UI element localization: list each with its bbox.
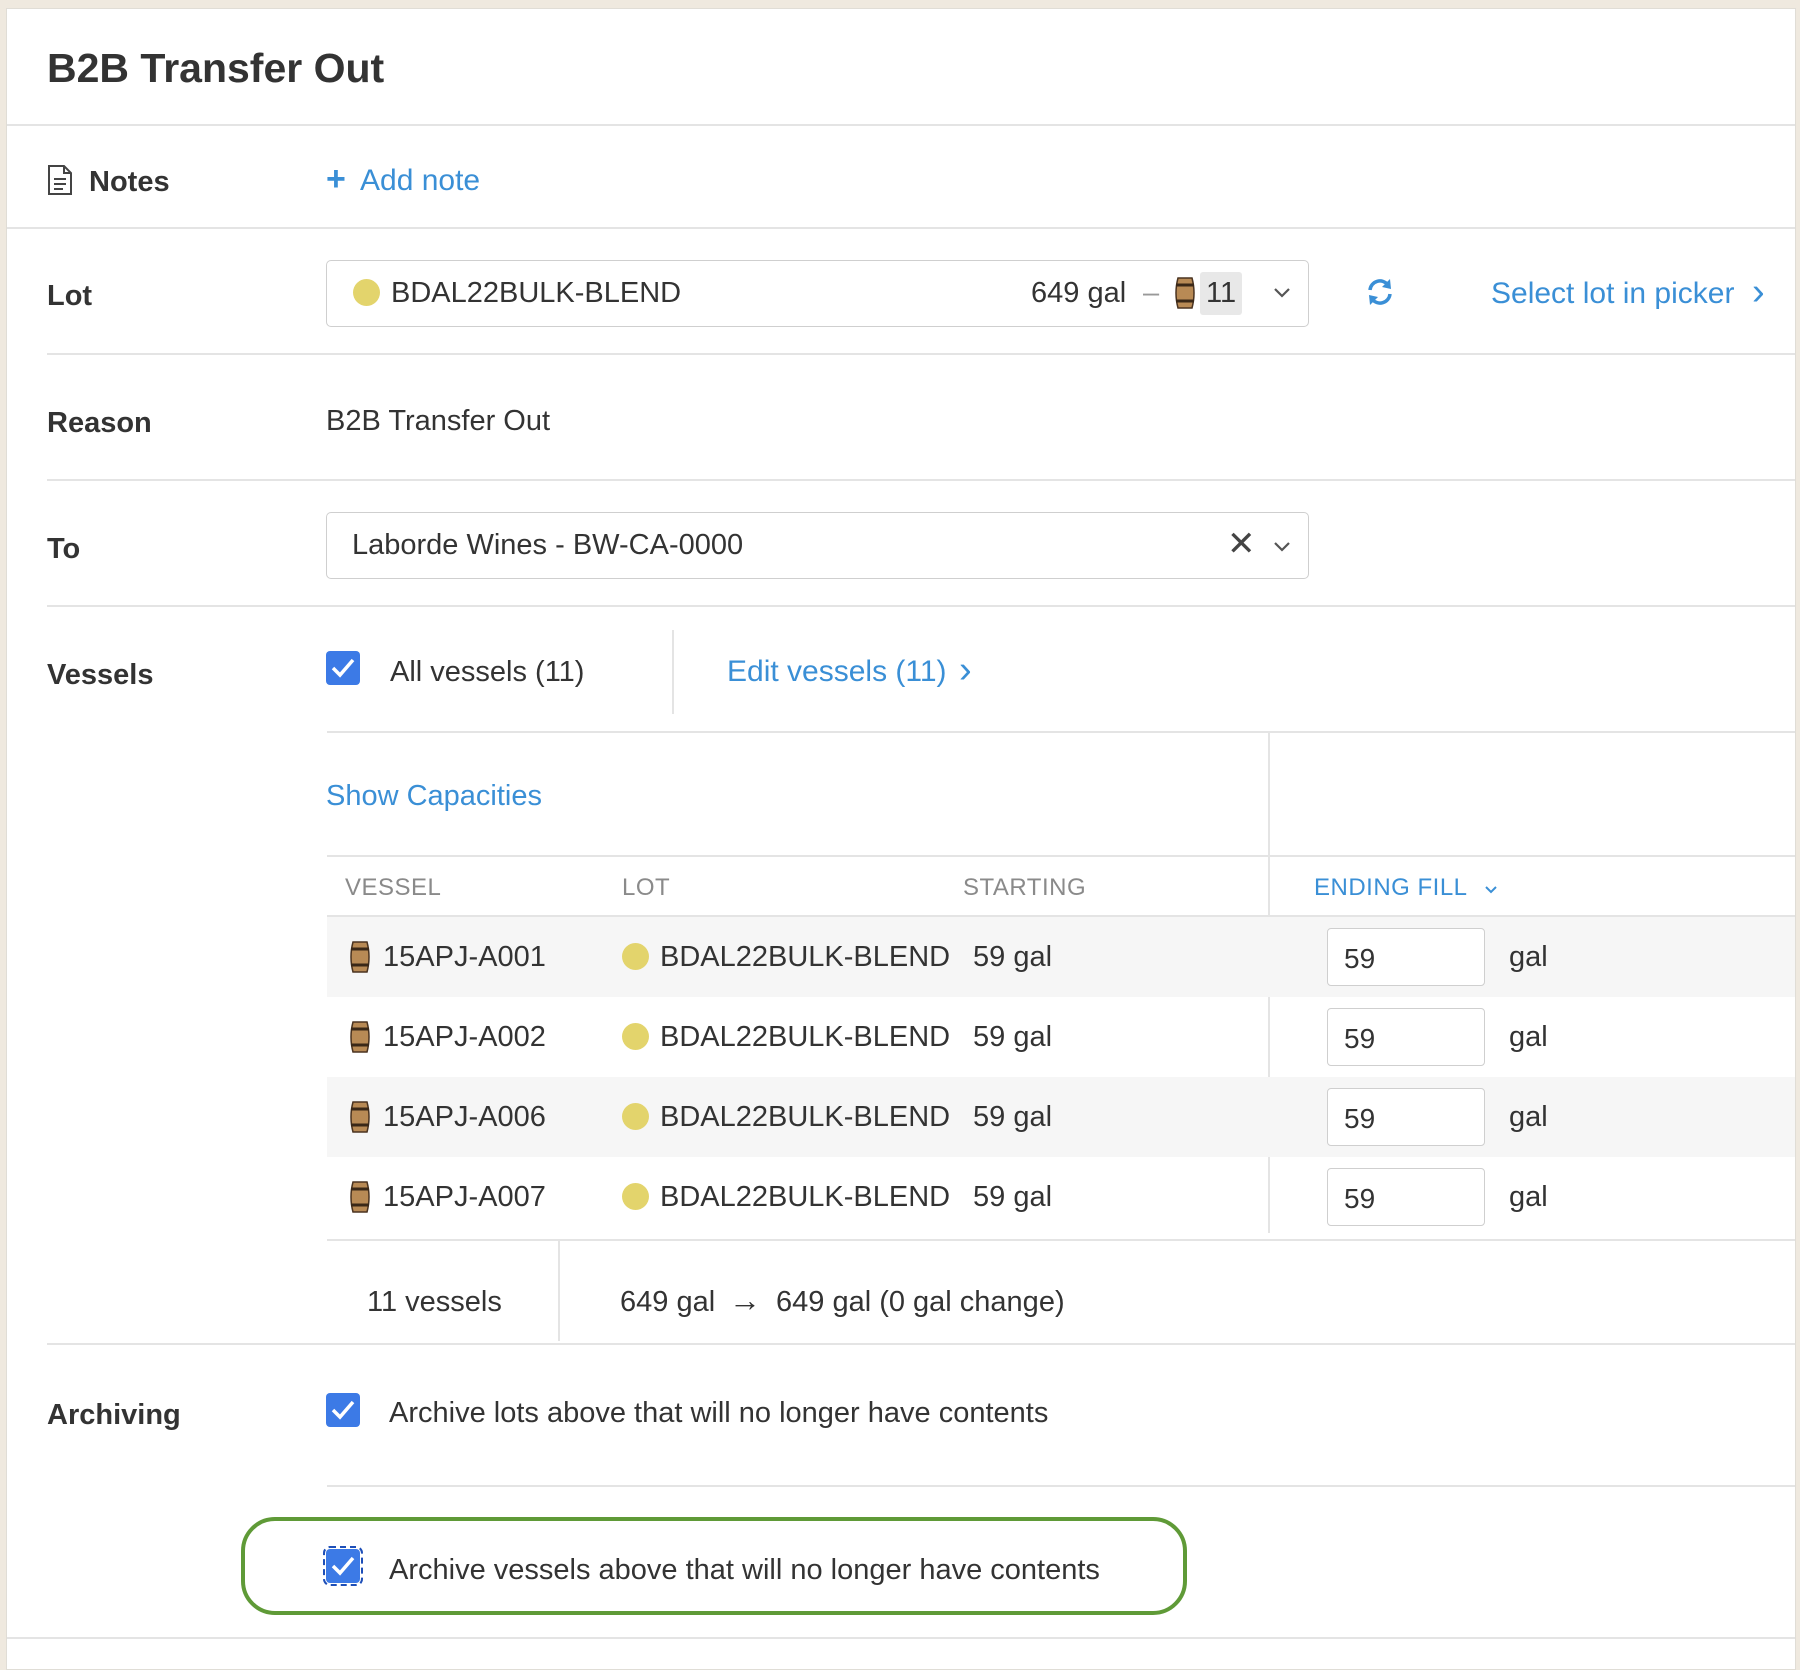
divider [7,227,1795,229]
barrel-icon [1175,277,1195,309]
vessel-name: 15APJ-A007 [383,1181,546,1213]
vessel-name: 15APJ-A002 [383,1021,546,1053]
unit-label: gal [1509,941,1548,973]
archive-lots-checkbox[interactable] [326,1393,360,1427]
vessels-label: Vessels [47,659,154,691]
vertical-divider [672,630,674,714]
b2b-transfer-panel: B2B Transfer Out Notes + Add note Lot BD… [6,8,1796,1670]
divider [327,1239,1795,1241]
ending-fill-input[interactable]: 59 [1327,1088,1485,1146]
lot-color-dot [353,279,380,306]
vessel-name: 15APJ-A001 [383,941,546,973]
column-header-vessel: VESSEL [345,874,442,901]
divider [47,605,1795,607]
ending-fill-input[interactable]: 59 [1327,928,1485,986]
document-icon [48,165,72,195]
row-lot: BDAL22BULK-BLEND [660,1101,951,1133]
barrel-icon [350,1101,370,1133]
all-vessels-label: All vessels (11) [390,656,585,688]
archiving-label: Archiving [47,1399,181,1431]
lot-separator: – [1143,277,1160,309]
row-lot: BDAL22BULK-BLEND [660,941,951,973]
check-icon [331,658,355,678]
divider [47,353,1795,355]
lot-select[interactable]: BDAL22BULK-BLEND 649 gal – 11 [326,260,1309,327]
to-label: To [47,533,81,565]
all-vessels-checkbox[interactable] [326,651,360,685]
table-row: 15APJ-A001 BDAL22BULK-BLEND 59 gal 59 ga… [327,917,1795,997]
lot-select-value: BDAL22BULK-BLEND [391,277,682,309]
lot-volume: 649 gal [1031,277,1127,309]
highlight-annotation [241,1517,1187,1615]
summary-from-volume: 649 gal [620,1286,716,1318]
divider [327,855,1795,857]
row-starting: 59 gal [973,1181,1053,1213]
to-select[interactable]: Laborde Wines - BW-CA-0000 ✕ [326,512,1309,579]
table-row: 15APJ-A006 BDAL22BULK-BLEND 59 gal 59 ga… [327,1077,1795,1157]
ending-fill-label: ENDING FILL [1314,874,1468,901]
summary-to-volume: 649 gal (0 gal change) [776,1286,1065,1318]
table-row: 15APJ-A002 BDAL22BULK-BLEND 59 gal 59 ga… [327,997,1795,1077]
barrel-icon [350,1181,370,1213]
summary-vessel-count: 11 vessels [367,1286,502,1318]
barrel-icon [350,941,370,973]
column-header-starting: STARTING [963,874,1087,901]
to-select-value: Laborde Wines - BW-CA-0000 [352,529,744,561]
chevron-down-icon[interactable] [1273,541,1291,553]
lot-color-dot [622,1103,649,1130]
row-lot: BDAL22BULK-BLEND [660,1021,951,1053]
vertical-divider [558,1241,560,1341]
row-lot: BDAL22BULK-BLEND [660,1181,951,1213]
check-icon [331,1400,355,1420]
ending-fill-input[interactable]: 59 [1327,1168,1485,1226]
reason-label: Reason [47,407,152,439]
vessel-name: 15APJ-A006 [383,1101,546,1133]
lot-label: Lot [47,280,93,312]
barrel-icon [350,1021,370,1053]
reason-value: B2B Transfer Out [326,405,551,437]
divider [47,479,1795,481]
divider [327,1485,1795,1487]
unit-label: gal [1509,1021,1548,1053]
select-lot-in-picker-link[interactable]: Select lot in picker [1491,277,1734,311]
arrow-right-icon: → [729,1282,761,1318]
notes-label: Notes [89,166,170,198]
divider [327,731,1795,733]
chevron-right-icon[interactable]: › [1752,271,1765,314]
row-starting: 59 gal [973,1021,1053,1053]
lot-color-dot [622,1183,649,1210]
divider [7,124,1795,126]
ending-fill-input[interactable]: 59 [1327,1008,1485,1066]
row-starting: 59 gal [973,941,1053,973]
divider [47,1343,1795,1345]
edit-vessels-link[interactable]: Edit vessels (11) [727,655,947,689]
refresh-icon[interactable] [1365,277,1395,307]
chevron-down-icon [1485,886,1497,894]
unit-label: gal [1509,1101,1548,1133]
table-row: 15APJ-A007 BDAL22BULK-BLEND 59 gal 59 ga… [327,1157,1795,1237]
column-header-lot: LOT [622,874,671,901]
page-title: B2B Transfer Out [47,45,385,91]
lot-color-dot [622,1023,649,1050]
column-header-ending-fill[interactable]: ENDING FILL [1314,874,1498,902]
clear-icon[interactable]: ✕ [1227,524,1256,564]
lot-color-dot [622,943,649,970]
divider [7,1637,1795,1639]
chevron-right-icon[interactable]: › [959,649,972,692]
add-note-label: Add note [360,164,481,197]
archive-lots-label: Archive lots above that will no longer h… [389,1397,1049,1429]
unit-label: gal [1509,1181,1548,1213]
plus-icon: + [326,160,346,198]
lot-vessel-count: 11 [1200,272,1243,315]
chevron-down-icon [1274,288,1290,298]
row-starting: 59 gal [973,1101,1053,1133]
show-capacities-link[interactable]: Show Capacities [326,780,542,813]
